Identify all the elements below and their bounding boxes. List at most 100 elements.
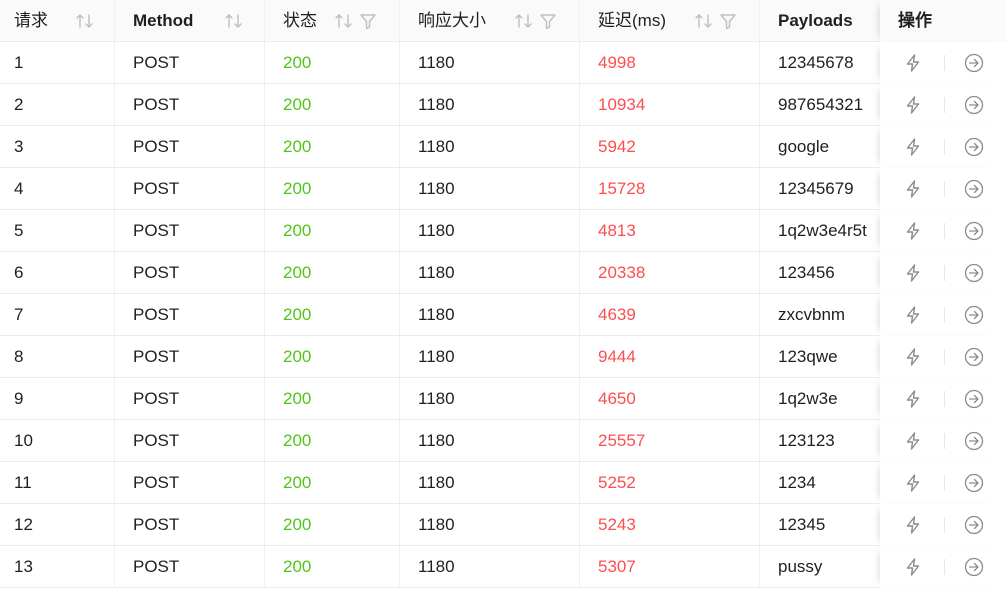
payload-cell: google	[778, 137, 830, 156]
arrow-right-circle-icon[interactable]	[964, 473, 984, 493]
payload-cell: pussy	[778, 557, 823, 576]
lightning-icon[interactable]	[903, 557, 923, 577]
column-header-label: 响应大小	[418, 11, 486, 30]
actions-cell	[880, 336, 1006, 378]
table-row[interactable]: 10 POST 200 1180 25557 123123	[0, 420, 1006, 462]
arrow-right-circle-icon[interactable]	[964, 95, 984, 115]
arrow-right-circle-icon[interactable]	[964, 515, 984, 535]
lightning-icon[interactable]	[903, 347, 923, 367]
arrow-right-circle-icon[interactable]	[964, 179, 984, 199]
request-id-cell: 7	[0, 294, 115, 336]
column-header-size[interactable]: 响应大小	[400, 0, 580, 42]
sort-icon[interactable]	[693, 0, 715, 42]
method-cell: POST	[115, 294, 265, 336]
column-header-latency[interactable]: 延迟(ms)	[580, 0, 760, 42]
payload-cell: 123qwe	[778, 347, 838, 366]
sort-icon[interactable]	[333, 0, 355, 42]
sort-icon[interactable]	[74, 0, 96, 42]
request-id-cell: 8	[0, 336, 115, 378]
status-cell: 200	[265, 546, 400, 588]
size-cell: 1180	[400, 462, 580, 504]
status-cell: 200	[265, 336, 400, 378]
status-cell: 200	[265, 420, 400, 462]
table-row[interactable]: 9 POST 200 1180 4650 1q2w3e	[0, 378, 1006, 420]
table-row[interactable]: 1 POST 200 1180 4998 12345678	[0, 42, 1006, 84]
column-header-label: 请求	[14, 11, 48, 30]
status-cell: 200	[265, 462, 400, 504]
table-row[interactable]: 7 POST 200 1180 4639 zxcvbnm	[0, 294, 1006, 336]
lightning-icon[interactable]	[903, 53, 923, 73]
request-id-cell: 3	[0, 126, 115, 168]
lightning-icon[interactable]	[903, 179, 923, 199]
table-row[interactable]: 4 POST 200 1180 15728 12345679	[0, 168, 1006, 210]
lightning-icon[interactable]	[903, 473, 923, 493]
column-header-label: Payloads	[778, 11, 853, 30]
arrow-right-circle-icon[interactable]	[964, 221, 984, 241]
filter-icon[interactable]	[538, 0, 558, 42]
request-id-cell: 1	[0, 42, 115, 84]
method-cell: POST	[115, 252, 265, 294]
sort-icon[interactable]	[513, 0, 535, 42]
request-id-cell: 11	[0, 462, 115, 504]
arrow-right-circle-icon[interactable]	[964, 431, 984, 451]
arrow-right-circle-icon[interactable]	[964, 347, 984, 367]
lightning-icon[interactable]	[903, 221, 923, 241]
arrow-right-circle-icon[interactable]	[964, 263, 984, 283]
method-cell: POST	[115, 168, 265, 210]
size-cell: 1180	[400, 252, 580, 294]
table-row[interactable]: 2 POST 200 1180 10934 987654321	[0, 84, 1006, 126]
lightning-icon[interactable]	[903, 95, 923, 115]
payload-cell: 123123	[778, 431, 835, 450]
table-body: 1 POST 200 1180 4998 12345678 2 POST 200…	[0, 42, 1006, 588]
request-id-cell: 5	[0, 210, 115, 252]
column-header-method[interactable]: Method	[115, 0, 265, 42]
table-row[interactable]: 11 POST 200 1180 5252 1234	[0, 462, 1006, 504]
payload-cell: 12345679	[778, 179, 854, 198]
arrow-right-circle-icon[interactable]	[964, 305, 984, 325]
request-id-cell: 13	[0, 546, 115, 588]
lightning-icon[interactable]	[903, 431, 923, 451]
action-divider	[944, 391, 945, 407]
lightning-icon[interactable]	[903, 389, 923, 409]
size-cell: 1180	[400, 210, 580, 252]
filter-icon[interactable]	[718, 0, 738, 42]
action-divider	[944, 559, 945, 575]
actions-cell	[880, 420, 1006, 462]
table-row[interactable]: 8 POST 200 1180 9444 123qwe	[0, 336, 1006, 378]
arrow-right-circle-icon[interactable]	[964, 557, 984, 577]
table-row[interactable]: 5 POST 200 1180 4813 1q2w3e4r5t	[0, 210, 1006, 252]
action-divider	[944, 139, 945, 155]
request-id-cell: 6	[0, 252, 115, 294]
filter-icon[interactable]	[358, 0, 378, 42]
arrow-right-circle-icon[interactable]	[964, 53, 984, 73]
size-cell: 1180	[400, 420, 580, 462]
column-header-label: 状态	[283, 11, 317, 30]
payload-cell: 12345678	[778, 53, 854, 72]
action-divider	[944, 517, 945, 533]
method-cell: POST	[115, 84, 265, 126]
payload-cell: 12345	[778, 515, 826, 534]
status-cell: 200	[265, 126, 400, 168]
table-row[interactable]: 6 POST 200 1180 20338 123456	[0, 252, 1006, 294]
payload-cell: 123456	[778, 263, 835, 282]
actions-cell	[880, 126, 1006, 168]
table-row[interactable]: 12 POST 200 1180 5243 12345	[0, 504, 1006, 546]
table-row[interactable]: 13 POST 200 1180 5307 pussy	[0, 546, 1006, 588]
lightning-icon[interactable]	[903, 305, 923, 325]
status-cell: 200	[265, 252, 400, 294]
actions-cell	[880, 252, 1006, 294]
latency-cell: 4998	[580, 42, 760, 84]
action-divider	[944, 97, 945, 113]
latency-cell: 10934	[580, 84, 760, 126]
size-cell: 1180	[400, 546, 580, 588]
lightning-icon[interactable]	[903, 263, 923, 283]
lightning-icon[interactable]	[903, 515, 923, 535]
table-row[interactable]: 3 POST 200 1180 5942 google	[0, 126, 1006, 168]
column-header-status[interactable]: 状态	[265, 0, 400, 42]
column-header-request[interactable]: 请求	[0, 0, 115, 42]
arrow-right-circle-icon[interactable]	[964, 389, 984, 409]
action-divider	[944, 223, 945, 239]
arrow-right-circle-icon[interactable]	[964, 137, 984, 157]
sort-icon[interactable]	[223, 0, 245, 42]
lightning-icon[interactable]	[903, 137, 923, 157]
